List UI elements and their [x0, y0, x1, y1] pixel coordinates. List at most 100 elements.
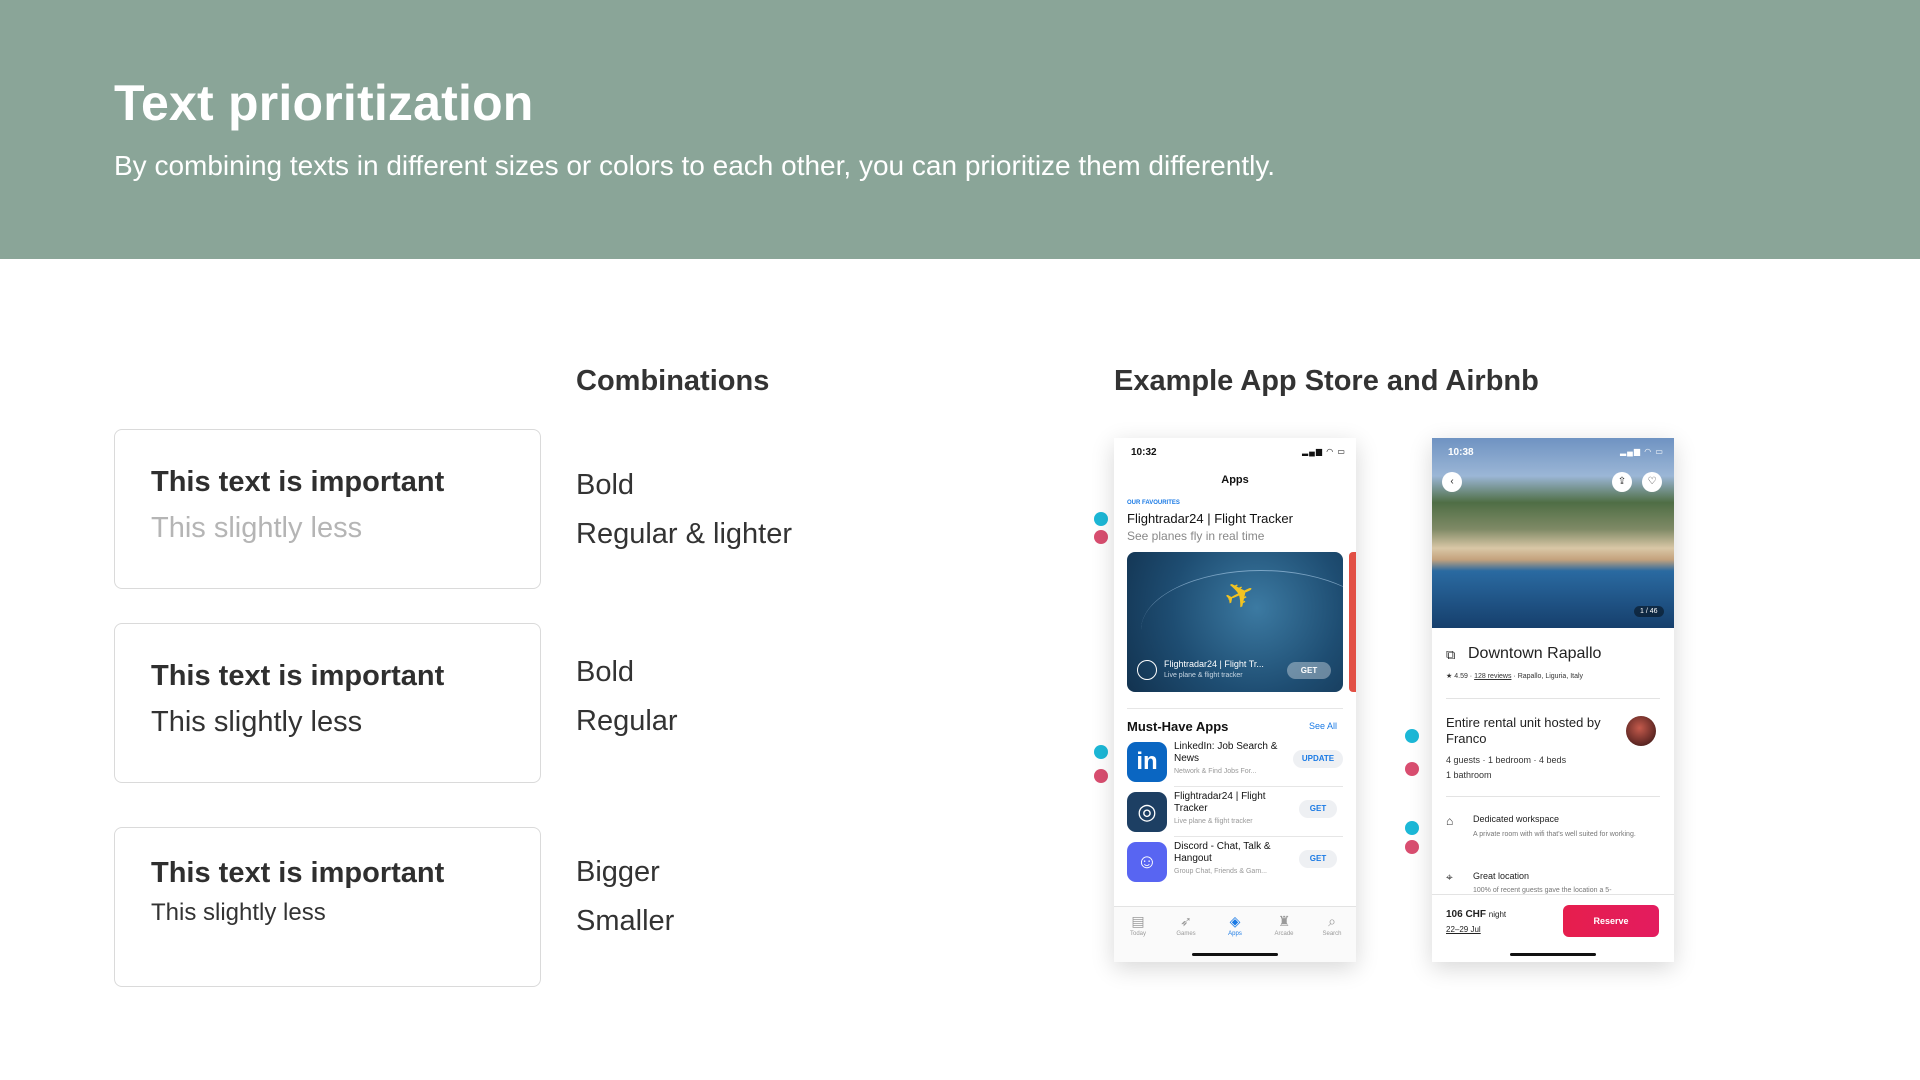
featured-subtitle: See planes fly in real time	[1127, 529, 1265, 543]
home-indicator	[1192, 953, 1278, 956]
tab-today[interactable]: ▤ Today	[1114, 913, 1162, 937]
example-card-lighter: This text is important This slightly les…	[114, 429, 541, 589]
rating-value: 4.59	[1454, 673, 1468, 680]
price: 106 CHF night	[1446, 909, 1506, 920]
get-button[interactable]: GET	[1299, 850, 1337, 868]
linkedin-icon: in	[1127, 742, 1167, 782]
secondary-text: This slightly less	[151, 899, 326, 926]
radar-icon: ◎	[1127, 792, 1167, 832]
secondary-marker-dot	[1094, 530, 1108, 544]
tab-games[interactable]: ➶ Games	[1162, 913, 1210, 937]
app-subtitle: Live plane & flight tracker	[1174, 818, 1253, 825]
next-card-peek	[1349, 552, 1356, 692]
page-title: Text prioritization	[114, 75, 534, 131]
combo-label-primary: Bold	[576, 469, 635, 501]
tab-label: Apps	[1228, 931, 1242, 937]
secondary-text: This slightly less	[151, 706, 363, 738]
banner-title: Flightradar24 | Flight Tr...	[1164, 659, 1264, 669]
location-pin-icon: ⌖	[1446, 870, 1453, 884]
header-banner: Text prioritization By combining texts i…	[0, 0, 1920, 259]
price-unit: night	[1488, 910, 1507, 919]
primary-marker-dot	[1405, 729, 1419, 743]
status-icons: ▂▄▆ ◠ ▭	[1620, 447, 1664, 456]
update-button[interactable]: UPDATE	[1293, 750, 1343, 768]
see-all-link[interactable]: See All	[1309, 721, 1337, 731]
featured-banner[interactable]: ✈ Flightradar24 | Flight Tr... Live plan…	[1127, 552, 1343, 692]
price-value: 106 CHF	[1446, 909, 1487, 920]
workspace-icon: ⌂	[1446, 814, 1454, 828]
combo-label-secondary: Smaller	[576, 905, 675, 937]
heart-icon[interactable]: ♡	[1642, 472, 1662, 492]
tab-bar: ▤ Today ➶ Games ◈ Apps ♜ Arcade ⌕ Search	[1114, 906, 1356, 962]
primary-marker-dot	[1094, 512, 1108, 526]
combo-label-secondary: Regular & lighter	[576, 518, 792, 550]
app-subtitle: Network & Find Jobs For...	[1174, 768, 1257, 775]
get-button[interactable]: GET	[1299, 800, 1337, 818]
example-card-regular: This text is important This slightly les…	[114, 623, 541, 783]
bath-line: 1 bathroom	[1446, 770, 1492, 780]
important-text: This text is important	[151, 466, 445, 498]
tab-label: Today	[1129, 931, 1146, 937]
rocket-icon: ➶	[1180, 913, 1192, 929]
featured-title[interactable]: Flightradar24 | Flight Tracker	[1127, 511, 1293, 526]
page-subtitle: By combining texts in different sizes or…	[114, 150, 1276, 181]
unit-title: Entire rental unit hosted by Franco	[1446, 715, 1601, 746]
combo-label-primary: Bold	[576, 656, 635, 688]
photo-counter: 1 / 46	[1634, 606, 1664, 617]
secondary-marker-dot	[1094, 769, 1108, 783]
featured-tag: OUR FAVOURITES	[1127, 500, 1180, 506]
home-indicator	[1510, 953, 1596, 956]
app-store-screenshot: 10:32 ▂▄▆ ◠ ▭ Apps OUR FAVOURITES Flight…	[1114, 438, 1356, 962]
example-card-size: This text is important This slightly les…	[114, 827, 541, 987]
tab-arcade[interactable]: ♜ Arcade	[1260, 913, 1308, 937]
tab-search[interactable]: ⌕ Search	[1308, 913, 1356, 937]
app-list-item[interactable]: in LinkedIn: Job Search & News Network &…	[1127, 740, 1343, 784]
secondary-marker-dot	[1405, 762, 1419, 776]
must-have-heading: Must-Have Apps	[1127, 719, 1229, 734]
status-icons: ▂▄▆ ◠ ▭	[1302, 447, 1346, 456]
combo-label-secondary: Regular	[576, 705, 678, 737]
app-name: Discord - Chat, Talk & Hangout	[1174, 841, 1271, 864]
reserve-button[interactable]: Reserve	[1563, 905, 1659, 937]
app-store-title: Apps	[1221, 474, 1249, 486]
banner-get-button[interactable]: GET	[1287, 662, 1331, 679]
back-icon[interactable]: ‹	[1442, 472, 1462, 492]
airbnb-screenshot: 10:38 ▂▄▆ ◠ ▭ ‹ ⇪ ♡ 1 / 46 ⧉ Downtown Ra…	[1432, 438, 1674, 962]
translate-icon: ⧉	[1446, 647, 1456, 662]
tab-label: Search	[1322, 931, 1342, 937]
feature-title: Dedicated workspace	[1473, 814, 1560, 824]
radar-icon	[1137, 660, 1157, 680]
tab-apps[interactable]: ◈ Apps	[1211, 913, 1259, 937]
app-subtitle: Group Chat, Friends & Gam...	[1174, 868, 1267, 875]
primary-marker-dot	[1405, 821, 1419, 835]
joystick-icon: ♜	[1277, 913, 1291, 929]
feature-subtitle: A private room with wifi that's well sui…	[1473, 831, 1636, 838]
discord-icon: ☺	[1127, 842, 1167, 882]
listing-title: Downtown Rapallo	[1468, 645, 1602, 662]
location-text: Rapallo, Liguria, Italy	[1517, 673, 1584, 680]
combo-label-primary: Bigger	[576, 856, 660, 888]
divider	[1127, 708, 1343, 709]
search-icon: ⌕	[1328, 913, 1336, 929]
tab-label: Arcade	[1274, 931, 1294, 937]
listing-photo[interactable]	[1432, 438, 1674, 628]
app-name: Flightradar24 | Flight Tracker	[1174, 791, 1266, 814]
reviews-link[interactable]: 128 reviews	[1474, 673, 1511, 680]
today-icon: ▤	[1131, 913, 1145, 929]
secondary-marker-dot	[1405, 840, 1419, 854]
status-time: 10:32	[1131, 447, 1157, 458]
app-list-item[interactable]: ☺ Discord - Chat, Talk & Hangout Group C…	[1127, 840, 1343, 884]
secondary-text: This slightly less	[151, 512, 363, 544]
combinations-heading: Combinations	[576, 365, 770, 397]
banner-subtitle: Live plane & flight tracker	[1164, 672, 1243, 679]
primary-marker-dot	[1094, 745, 1108, 759]
star-icon: ★	[1446, 673, 1453, 680]
app-list-item[interactable]: ◎ Flightradar24 | Flight Tracker Live pl…	[1127, 790, 1343, 834]
example-heading: Example App Store and Airbnb	[1114, 365, 1539, 397]
dates-link[interactable]: 22–29 Jul	[1446, 925, 1481, 934]
avatar[interactable]	[1626, 716, 1656, 746]
divider	[1174, 836, 1343, 837]
layers-icon: ◈	[1229, 913, 1241, 929]
tab-label: Games	[1176, 931, 1196, 937]
share-icon[interactable]: ⇪	[1612, 472, 1632, 492]
